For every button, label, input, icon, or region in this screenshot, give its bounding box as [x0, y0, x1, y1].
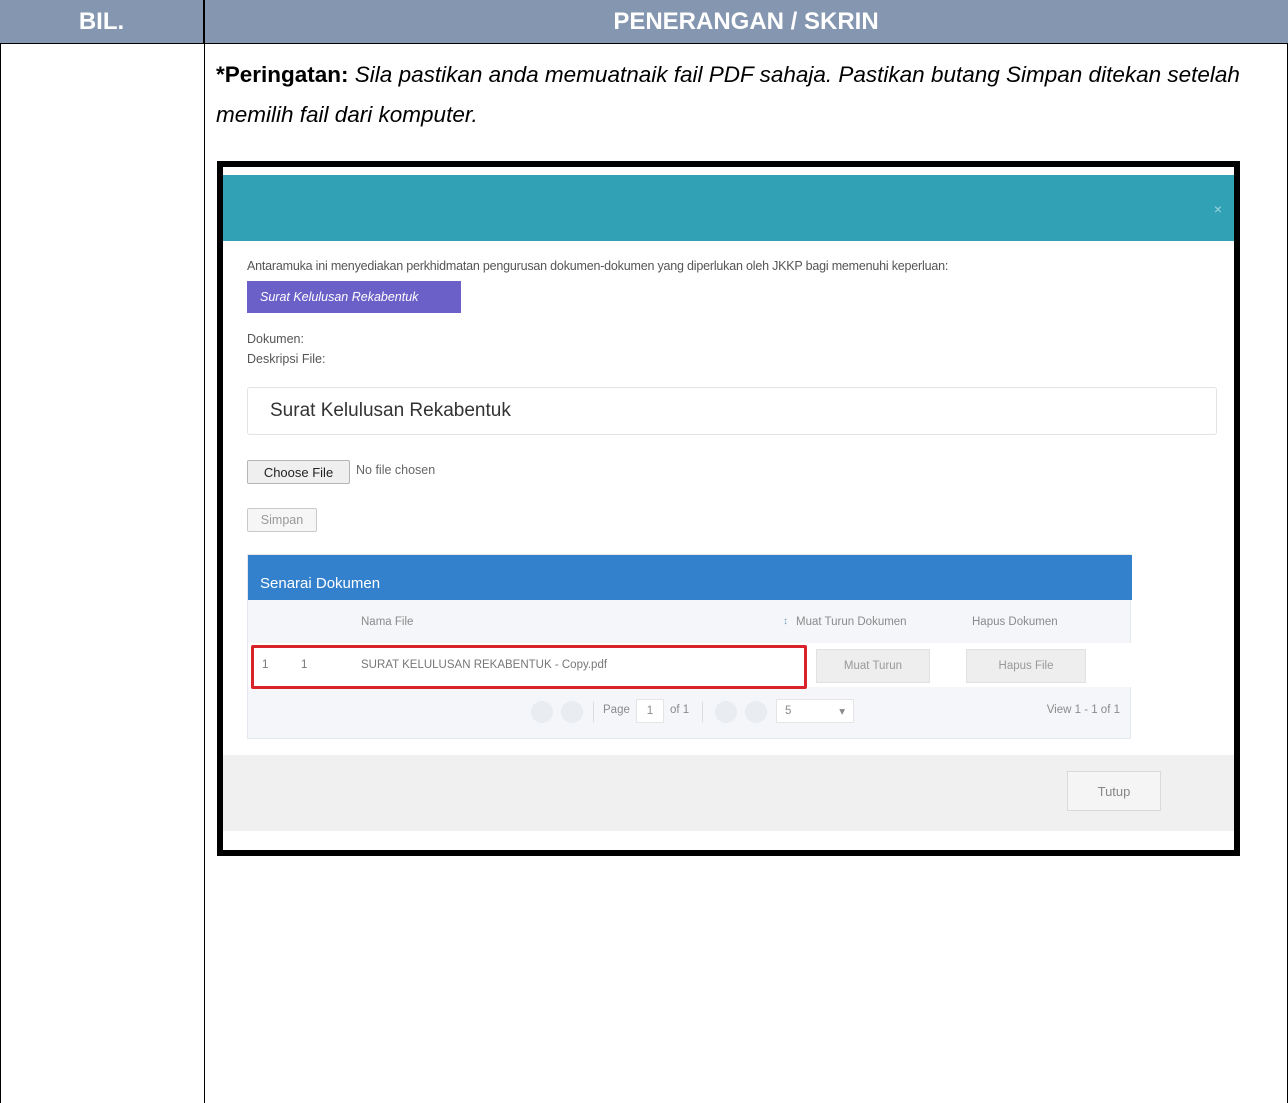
warning-label: *Peringatan:: [216, 62, 349, 87]
page-size-select[interactable]: 5 ▾: [776, 699, 854, 723]
table-row[interactable]: 1 1 SURAT KELULUSAN REKABENTUK - Copy.pd…: [248, 643, 1132, 689]
document-table: BIL. PENERANGAN / SKRIN *Peringatan: Sil…: [0, 0, 1288, 1103]
document-type-button[interactable]: Surat Kelulusan Rekabentuk: [247, 281, 461, 313]
column-header-bil: BIL.: [0, 0, 204, 44]
intro-text: Antaramuka ini menyediakan perkhidmatan …: [247, 259, 949, 273]
column-header-penerangan: PENERANGAN / SKRIN: [204, 0, 1288, 44]
modal-body: Antaramuka ini menyediakan perkhidmatan …: [223, 241, 1234, 850]
page-label: Page: [603, 704, 630, 716]
pager-separator: [593, 702, 594, 722]
table-border-left: [0, 44, 1, 1103]
column-header-name[interactable]: Nama File: [361, 600, 413, 643]
prev-page-icon[interactable]: [561, 701, 583, 723]
page-of-label: of 1: [670, 704, 690, 716]
page-input[interactable]: 1: [636, 699, 664, 723]
screenshot-frame: × Antaramuka ini menyediakan perkhidmata…: [217, 161, 1240, 856]
column-header-delete: Hapus Dokumen: [972, 615, 1058, 628]
table-border-middle: [204, 0, 205, 1103]
pager-separator: [702, 702, 703, 722]
modal-header: ×: [223, 175, 1234, 241]
description-input[interactable]: Surat Kelulusan Rekabentuk: [247, 387, 1217, 435]
close-icon[interactable]: ×: [1214, 201, 1222, 217]
download-button[interactable]: Muat Turun: [816, 649, 930, 683]
file-status-text: No file chosen: [356, 463, 436, 477]
first-page-icon[interactable]: [531, 701, 553, 723]
last-page-icon[interactable]: [745, 701, 767, 723]
document-grid: Senarai Dokumen Nama File ↕ Muat Turun D…: [247, 554, 1132, 739]
label-deskripsi: Deskripsi File:: [247, 352, 326, 366]
modal-footer: Tutup: [223, 755, 1234, 831]
page-size-value: 5: [785, 705, 792, 717]
save-button[interactable]: Simpan: [247, 508, 317, 532]
column-header-download: Muat Turun Dokumen: [796, 615, 907, 628]
sort-icon[interactable]: ↕: [783, 600, 788, 643]
next-page-icon[interactable]: [715, 701, 737, 723]
pager: Page 1 of 1 5 ▾ View 1 - 1 of 1: [248, 687, 1132, 739]
warning-note: *Peringatan: Sila pastikan anda memuatna…: [216, 55, 1276, 135]
chevron-down-icon: ▾: [839, 706, 845, 718]
delete-file-button[interactable]: Hapus File: [966, 649, 1086, 683]
choose-file-button[interactable]: Choose File: [247, 460, 350, 484]
file-name: SURAT KELULUSAN REKABENTUK - Copy.pdf: [361, 659, 608, 671]
row-number: 1: [262, 659, 269, 671]
grid-title: Senarai Dokumen: [248, 555, 1132, 600]
label-dokumen: Dokumen:: [247, 332, 304, 346]
close-button[interactable]: Tutup: [1067, 771, 1161, 811]
warning-text: Sila pastikan anda memuatnaik fail PDF s…: [216, 62, 1240, 127]
row-index: 1: [301, 659, 308, 671]
view-range-text: View 1 - 1 of 1: [1046, 704, 1120, 716]
